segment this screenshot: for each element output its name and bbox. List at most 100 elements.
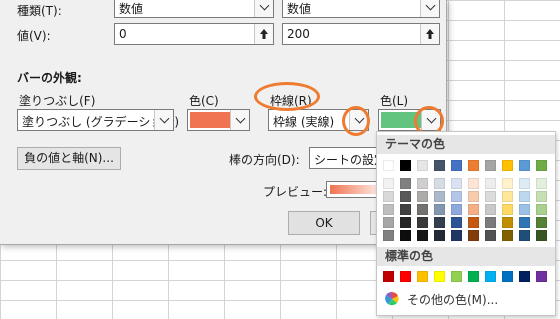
theme-tint-swatch[interactable] bbox=[536, 204, 547, 215]
theme-tint-swatch[interactable] bbox=[519, 178, 530, 189]
max-type-select[interactable]: 数値 bbox=[282, 0, 440, 18]
theme-tint-swatch[interactable] bbox=[519, 230, 530, 241]
theme-tint-swatch[interactable] bbox=[502, 217, 513, 228]
theme-tint-swatch[interactable] bbox=[502, 230, 513, 241]
standard-color-swatch[interactable] bbox=[434, 271, 445, 282]
max-value-text: 200 bbox=[287, 27, 310, 41]
theme-tint-swatch[interactable] bbox=[383, 191, 394, 202]
theme-tint-swatch[interactable] bbox=[485, 230, 496, 241]
bar-direction-select[interactable]: シートの設定に bbox=[309, 147, 379, 169]
theme-color-swatch[interactable] bbox=[502, 160, 513, 171]
theme-tint-swatch[interactable] bbox=[519, 191, 530, 202]
theme-tint-swatch[interactable] bbox=[536, 217, 547, 228]
theme-tint-swatch[interactable] bbox=[451, 230, 462, 241]
theme-colors-heading: テーマの色 bbox=[377, 135, 555, 154]
theme-tint-swatch[interactable] bbox=[519, 204, 530, 215]
theme-tint-swatch[interactable] bbox=[536, 230, 547, 241]
bar-appearance-heading: バーの外観: bbox=[17, 71, 82, 85]
chevron-down-icon[interactable] bbox=[154, 110, 173, 130]
standard-color-swatch[interactable] bbox=[400, 271, 411, 282]
theme-tint-swatch[interactable] bbox=[417, 191, 428, 202]
theme-color-swatch[interactable] bbox=[536, 160, 547, 171]
theme-tint-swatch[interactable] bbox=[383, 230, 394, 241]
theme-tint-swatch[interactable] bbox=[451, 204, 462, 215]
standard-color-swatch[interactable] bbox=[383, 271, 394, 282]
theme-tint-swatch[interactable] bbox=[400, 217, 411, 228]
preview-box bbox=[326, 181, 380, 198]
standard-color-swatch[interactable] bbox=[536, 271, 547, 282]
theme-tint-swatch[interactable] bbox=[485, 191, 496, 202]
highlight-ring-border-dropdown bbox=[342, 106, 370, 136]
theme-color-swatch[interactable] bbox=[468, 160, 479, 171]
theme-tint-swatch[interactable] bbox=[485, 217, 496, 228]
theme-tint-swatch[interactable] bbox=[400, 178, 411, 189]
min-type-select[interactable]: 数値 bbox=[114, 0, 274, 18]
theme-tint-swatch[interactable] bbox=[468, 178, 479, 189]
standard-color-swatch[interactable] bbox=[502, 271, 513, 282]
theme-tint-swatch[interactable] bbox=[485, 204, 496, 215]
range-select-icon[interactable] bbox=[420, 24, 439, 44]
theme-tint-swatch[interactable] bbox=[502, 178, 513, 189]
preview-label: プレビュー: bbox=[263, 185, 328, 199]
theme-tint-swatch[interactable] bbox=[519, 217, 530, 228]
max-value-input[interactable]: 200 bbox=[282, 23, 440, 45]
theme-tint-swatch[interactable] bbox=[434, 191, 445, 202]
theme-tint-swatch[interactable] bbox=[400, 191, 411, 202]
bar-direction-value: シートの設定に bbox=[314, 153, 378, 167]
chevron-down-icon[interactable] bbox=[230, 110, 249, 130]
fill-color-picker[interactable] bbox=[187, 109, 250, 131]
theme-color-swatch[interactable] bbox=[400, 160, 411, 171]
max-type-value: 数値 bbox=[287, 2, 312, 16]
theme-tint-swatch[interactable] bbox=[502, 204, 513, 215]
theme-tint-swatch[interactable] bbox=[536, 191, 547, 202]
theme-tint-swatch[interactable] bbox=[434, 217, 445, 228]
fill-color-label: 色(C) bbox=[189, 94, 219, 108]
min-value-text: 0 bbox=[119, 27, 127, 41]
theme-tint-swatch[interactable] bbox=[468, 204, 479, 215]
theme-tint-swatch[interactable] bbox=[502, 191, 513, 202]
theme-tint-swatch[interactable] bbox=[451, 178, 462, 189]
theme-tint-swatch[interactable] bbox=[383, 217, 394, 228]
type-label: 種類(T): bbox=[17, 4, 62, 18]
theme-tint-swatch[interactable] bbox=[434, 178, 445, 189]
theme-tint-swatch[interactable] bbox=[417, 217, 428, 228]
theme-tint-swatch[interactable] bbox=[485, 178, 496, 189]
highlight-ring-border-label bbox=[254, 82, 320, 111]
standard-color-swatch[interactable] bbox=[468, 271, 479, 282]
range-select-icon[interactable] bbox=[254, 24, 273, 44]
theme-tint-swatch[interactable] bbox=[451, 191, 462, 202]
theme-color-swatch[interactable] bbox=[451, 160, 462, 171]
standard-color-swatch[interactable] bbox=[417, 271, 428, 282]
standard-color-swatch[interactable] bbox=[519, 271, 530, 282]
theme-tint-swatch[interactable] bbox=[468, 191, 479, 202]
negative-value-axis-button[interactable]: 負の値と軸(N)... bbox=[17, 147, 121, 170]
more-colors-item[interactable]: その他の色(M)... bbox=[383, 290, 549, 308]
ok-button[interactable]: OK bbox=[288, 211, 360, 235]
min-value-input[interactable]: 0 bbox=[114, 23, 274, 45]
standard-color-swatch[interactable] bbox=[485, 271, 496, 282]
theme-color-swatch[interactable] bbox=[383, 160, 394, 171]
theme-tint-swatch[interactable] bbox=[417, 204, 428, 215]
theme-color-swatch[interactable] bbox=[434, 160, 445, 171]
chevron-down-icon[interactable] bbox=[420, 0, 439, 17]
standard-color-swatch[interactable] bbox=[451, 271, 462, 282]
chevron-down-icon[interactable] bbox=[254, 0, 273, 17]
theme-tint-swatch[interactable] bbox=[400, 230, 411, 241]
theme-tint-swatch[interactable] bbox=[468, 230, 479, 241]
standard-colors-heading: 標準の色 bbox=[377, 247, 555, 266]
theme-tint-swatch[interactable] bbox=[536, 178, 547, 189]
fill-type-select[interactable]: 塗りつぶし (グラデーション) bbox=[17, 109, 179, 131]
theme-tint-swatch[interactable] bbox=[451, 217, 462, 228]
theme-tint-swatch[interactable] bbox=[383, 204, 394, 215]
theme-tint-swatch[interactable] bbox=[434, 230, 445, 241]
theme-color-swatch[interactable] bbox=[519, 160, 530, 171]
theme-tint-swatch[interactable] bbox=[468, 217, 479, 228]
bar-direction-label: 棒の方向(D): bbox=[229, 153, 300, 167]
theme-tint-swatch[interactable] bbox=[417, 230, 428, 241]
theme-tint-swatch[interactable] bbox=[400, 204, 411, 215]
theme-tint-swatch[interactable] bbox=[383, 178, 394, 189]
theme-color-swatch[interactable] bbox=[417, 160, 428, 171]
theme-color-swatch[interactable] bbox=[485, 160, 496, 171]
theme-tint-swatch[interactable] bbox=[417, 178, 428, 189]
theme-tint-swatch[interactable] bbox=[434, 204, 445, 215]
